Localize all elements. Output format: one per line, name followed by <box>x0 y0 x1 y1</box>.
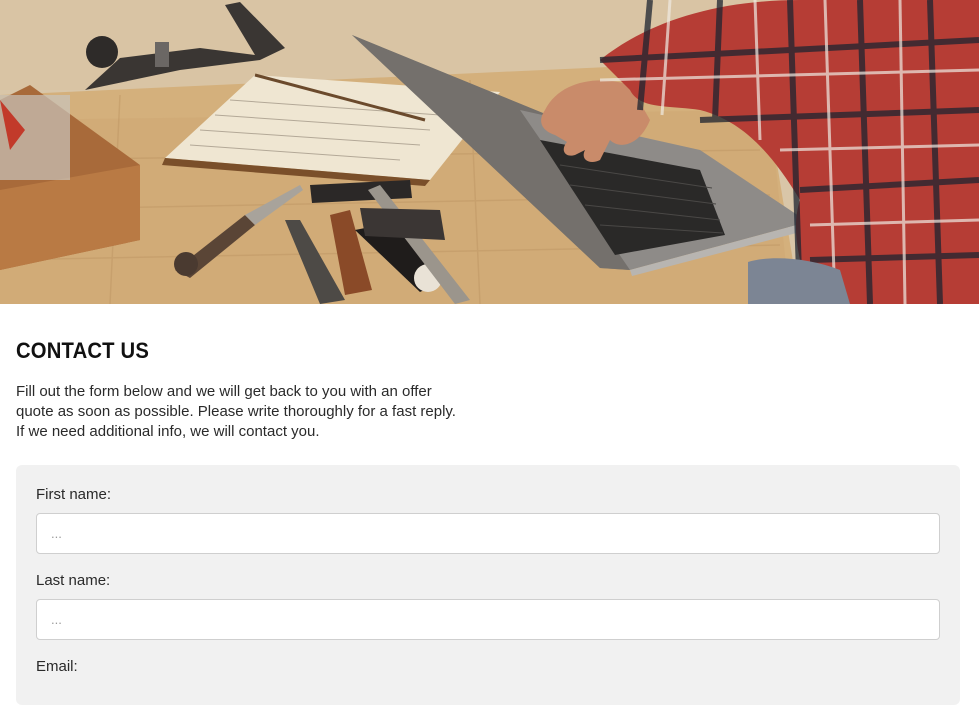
hero-image <box>0 0 979 304</box>
first-name-label: First name: <box>36 486 112 503</box>
last-name-input[interactable] <box>36 599 940 640</box>
contact-section: CONTACT US Fill out the form below and w… <box>16 304 960 705</box>
first-name-input[interactable] <box>36 513 940 554</box>
intro-text: Fill out the form below and we will get … <box>16 383 456 440</box>
last-name-label: Last name: <box>36 572 111 589</box>
last-name-field: Last name: <box>36 571 940 640</box>
email-label: Email: <box>36 658 78 675</box>
email-field: Email: <box>36 657 940 677</box>
contact-form: First name: Last name: Email: <box>16 465 960 705</box>
workshop-laptop-image <box>0 0 979 304</box>
page-title: CONTACT US <box>16 338 150 363</box>
first-name-field: First name: <box>36 485 940 554</box>
